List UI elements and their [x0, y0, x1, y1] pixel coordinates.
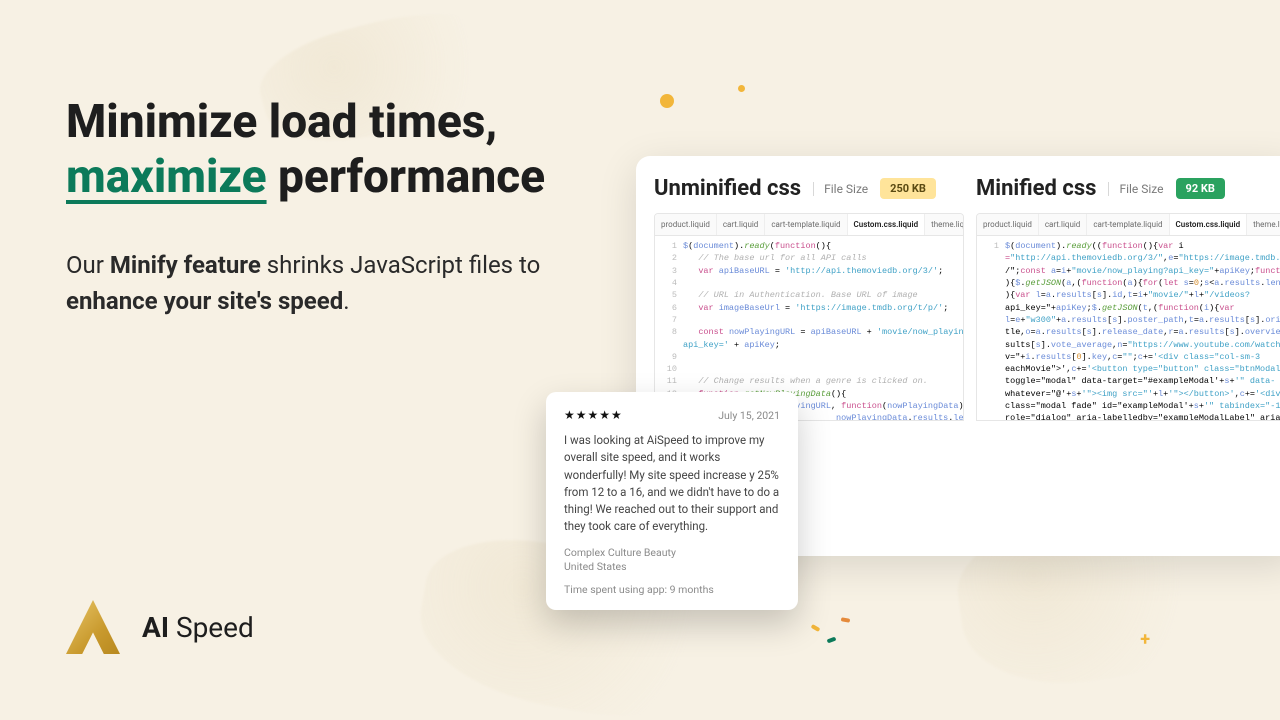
review-time-spent: Time spent using app: 9 months	[564, 583, 780, 596]
headline-rest: performance	[267, 150, 546, 204]
brand: AI Speed	[66, 600, 254, 654]
review-body: I was looking at AiSpeed to improve my o…	[564, 432, 780, 536]
decor-dot	[660, 94, 674, 108]
code-editor-minified: 1$(document).ready((function(){var i="ht…	[976, 236, 1280, 421]
decor-confetti	[827, 637, 837, 644]
file-size-badge: 250 KB	[880, 178, 936, 199]
file-size-badge: 92 KB	[1176, 178, 1225, 199]
decor-confetti	[841, 617, 851, 623]
file-tabs: product.liquidcart.liquidcart-template.l…	[976, 213, 1280, 236]
file-tab[interactable]: product.liquid	[977, 214, 1039, 235]
file-size-label: File Size	[813, 182, 868, 196]
decor-confetti	[811, 624, 821, 632]
panel-title: Minified css	[976, 176, 1096, 201]
file-tab[interactable]: cart-template.liquid	[765, 214, 847, 235]
file-tabs: product.liquidcart.liquidcart-template.l…	[654, 213, 964, 236]
brand-name: AI Speed	[142, 611, 254, 644]
file-tab[interactable]: theme.liquid	[925, 214, 964, 235]
file-tab[interactable]: product.liquid	[655, 214, 717, 235]
headline-accent: maximize	[66, 150, 267, 204]
file-tab[interactable]: cart.liquid	[717, 214, 765, 235]
file-size-label: File Size	[1108, 182, 1163, 196]
panel-title: Unminified css	[654, 176, 801, 201]
decor-plus-icon: +	[1140, 629, 1150, 650]
decor-dot	[738, 85, 745, 92]
file-tab[interactable]: cart.liquid	[1039, 214, 1087, 235]
review-card: ★★★★★ July 15, 2021 I was looking at AiS…	[546, 392, 798, 610]
file-tab[interactable]: Custom.css.liquid	[848, 214, 926, 235]
file-tab[interactable]: Custom.css.liquid	[1170, 214, 1248, 235]
brand-logo-icon	[66, 600, 120, 654]
file-tab[interactable]: theme.liquid	[1247, 214, 1280, 235]
headline-line1: Minimize load times,	[66, 95, 497, 149]
review-date: July 15, 2021	[718, 409, 780, 422]
sub-headline: Our Minify feature shrinks JavaScript fi…	[66, 247, 626, 319]
panel-minified: Minified css File Size 92 KB product.liq…	[976, 176, 1280, 556]
headline: Minimize load times, maximize performanc…	[66, 95, 626, 205]
hero: Minimize load times, maximize performanc…	[66, 95, 626, 319]
review-author: Complex Culture Beauty United States	[564, 546, 780, 575]
star-rating-icon: ★★★★★	[564, 408, 623, 422]
file-tab[interactable]: cart-template.liquid	[1087, 214, 1169, 235]
